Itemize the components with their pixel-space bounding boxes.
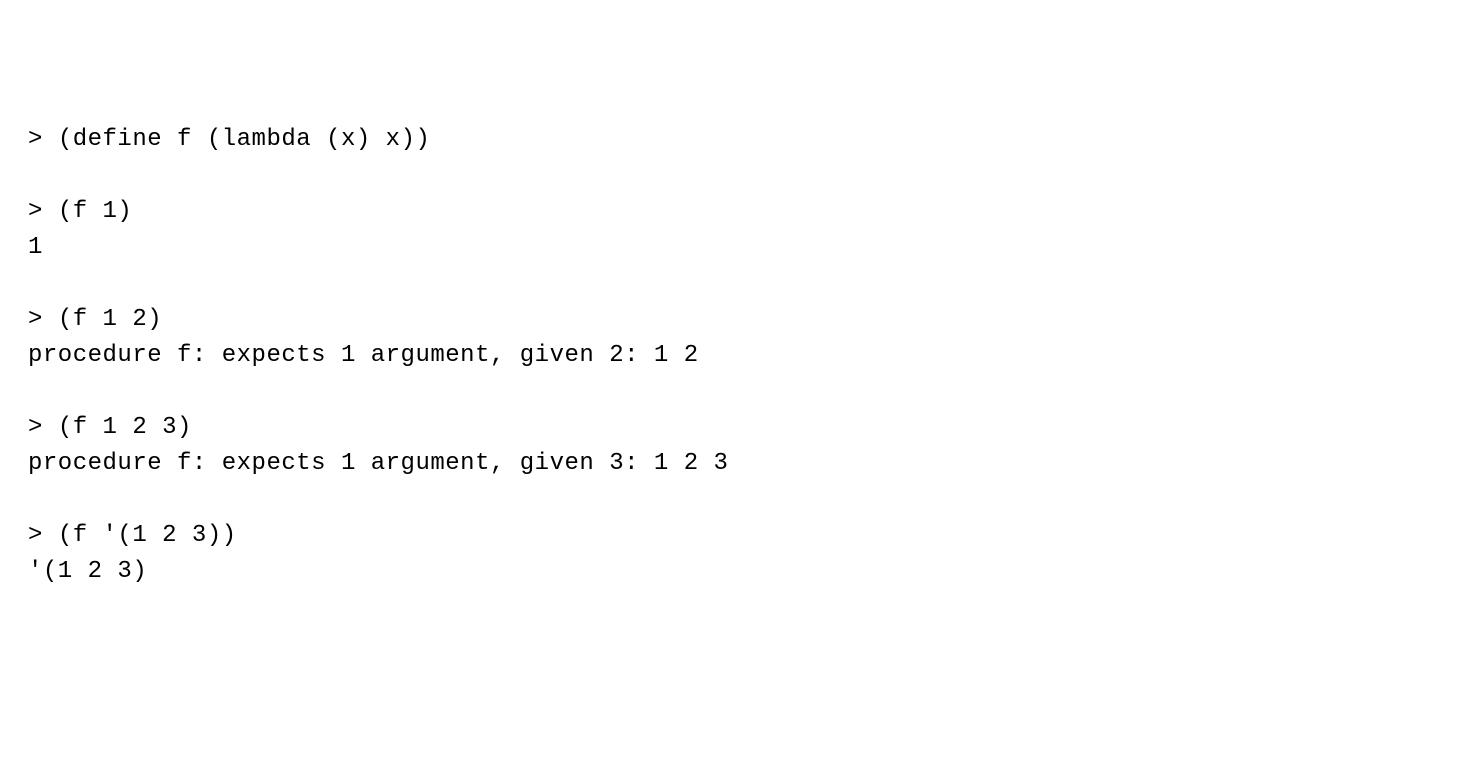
blank-line (28, 158, 1442, 194)
repl-input: (f 1) (58, 198, 133, 225)
repl-output: procedure f: expects 1 argument, given 2… (28, 338, 1442, 374)
repl-input-line: > (f '(1 2 3)) (28, 518, 1442, 554)
blank-line (28, 374, 1442, 410)
repl-input: (define f (lambda (x) x)) (58, 126, 431, 153)
repl-input: (f 1 2 3) (58, 414, 192, 441)
blank-line (28, 266, 1442, 302)
repl-prompt: > (28, 126, 43, 153)
repl-input-line: > (define f (lambda (x) x)) (28, 122, 1442, 158)
repl-prompt: > (28, 414, 43, 441)
repl-prompt: > (28, 522, 43, 549)
repl-session: > (define f (lambda (x) x))> (f 1)1> (f … (28, 122, 1442, 590)
repl-prompt: > (28, 198, 43, 225)
repl-input-line: > (f 1) (28, 194, 1442, 230)
repl-output: 1 (28, 230, 1442, 266)
repl-prompt: > (28, 306, 43, 333)
repl-input-line: > (f 1 2 3) (28, 410, 1442, 446)
repl-output: procedure f: expects 1 argument, given 3… (28, 446, 1442, 482)
repl-input-line: > (f 1 2) (28, 302, 1442, 338)
repl-output: '(1 2 3) (28, 554, 1442, 590)
blank-line (28, 482, 1442, 518)
repl-input: (f 1 2) (58, 306, 162, 333)
repl-input: (f '(1 2 3)) (58, 522, 237, 549)
